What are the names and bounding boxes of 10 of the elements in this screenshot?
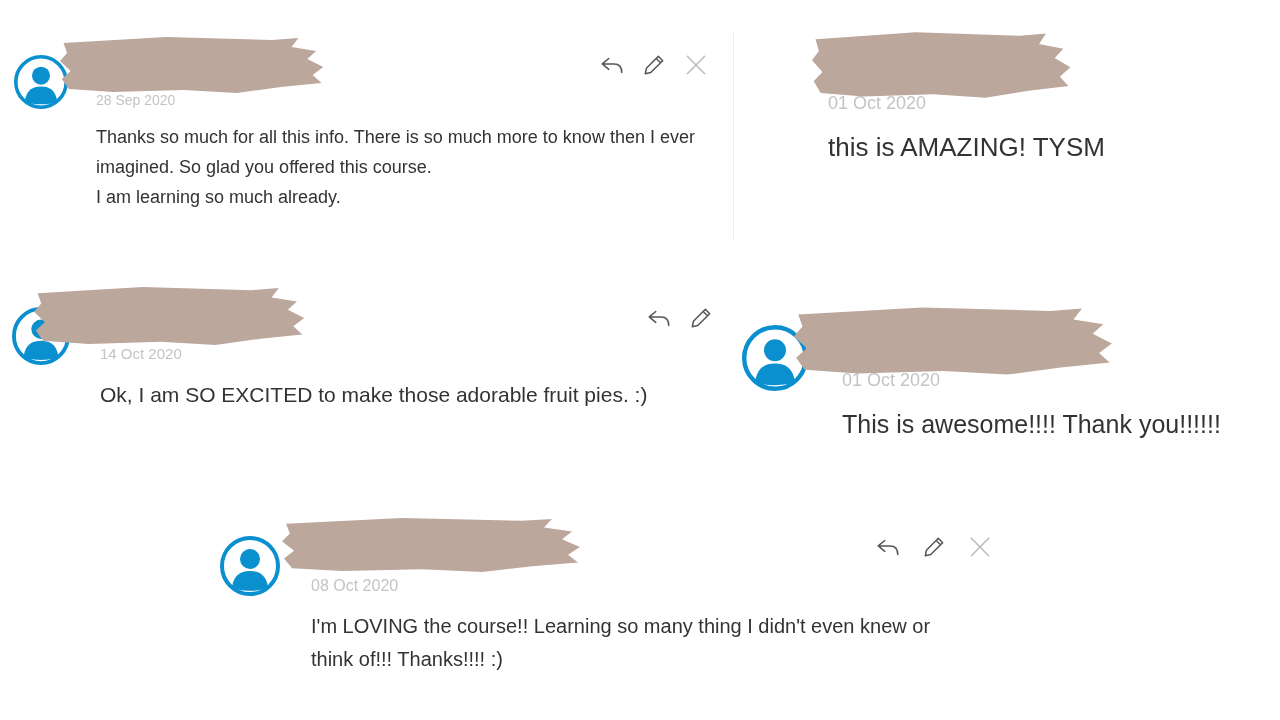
comment-date: 28 Sep 2020 <box>96 91 176 110</box>
comment-text: Ok, I am SO EXCITED to make those adorable fruit pies. :) <box>100 382 649 408</box>
comment-text: This is awesome!!!! Thank you!!!!!! <box>842 409 1222 440</box>
comment-date: 14 Oct 2020 <box>100 344 182 364</box>
comment-date: 08 Oct 2020 <box>311 576 399 596</box>
comment-date: 01 Oct 2020 <box>828 92 927 115</box>
comment-text: I'm LOVING the course!! Learning so many thing I didn't even knew or think of!!! Thanks!!!! :) <box>311 614 932 672</box>
comment-text: this is AMAZING! TYSM <box>828 131 1106 164</box>
comment-text: Thanks so much for all this info. There is so much more to know then I ever imagined. So glad you offered this course. I am learning so much already. <box>96 126 696 209</box>
comment-date: 01 Oct 2020 <box>842 369 941 392</box>
